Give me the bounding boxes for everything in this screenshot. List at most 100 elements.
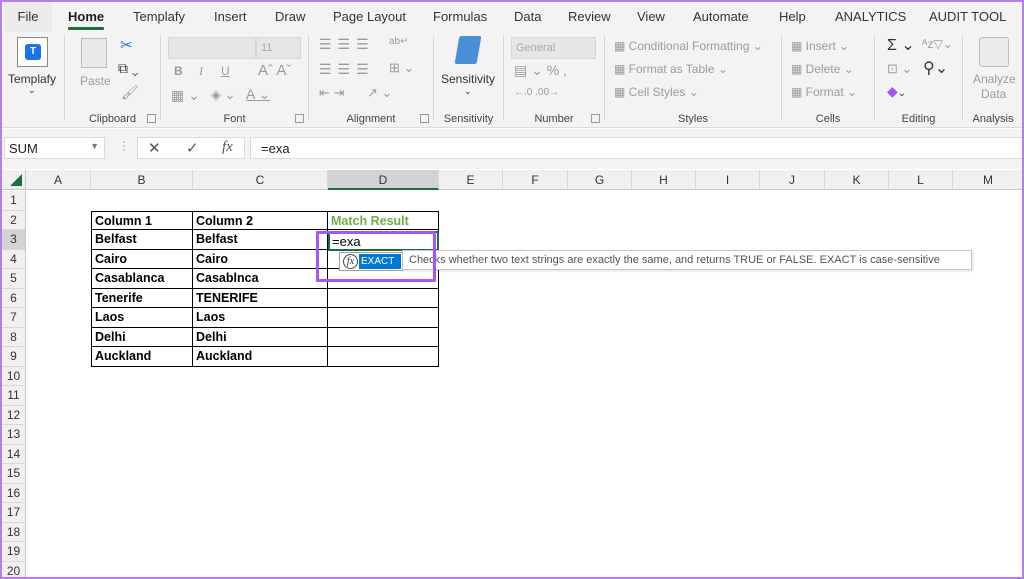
format-as-table-button[interactable]: ▦ Format as Table ⌄ (614, 62, 728, 76)
table-cell[interactable]: Auckland (91, 347, 193, 367)
table-cell[interactable]: Cairo (91, 249, 193, 269)
table-header-cell[interactable]: Column 1 (91, 210, 193, 230)
sensitivity-button[interactable]: Sensitivity (441, 72, 495, 86)
column-header-i[interactable]: I (696, 170, 760, 190)
row-header-4[interactable]: 4 (2, 249, 26, 269)
table-header-cell[interactable]: Match Result (328, 210, 439, 230)
tab-file[interactable]: File (4, 2, 52, 32)
tab-view[interactable]: View (637, 9, 665, 24)
tab-audit-tool[interactable]: AUDIT TOOL (929, 9, 1006, 24)
table-cell[interactable]: Tenerife (91, 288, 193, 308)
cut-icon[interactable]: ✂ (120, 36, 133, 54)
tab-draw[interactable]: Draw (275, 9, 305, 24)
table-header-cell[interactable]: Column 2 (193, 210, 328, 230)
column-header-e[interactable]: E (439, 170, 503, 190)
tab-insert[interactable]: Insert (214, 9, 247, 24)
column-header-h[interactable]: H (632, 170, 696, 190)
cancel-icon[interactable]: ✕ (148, 139, 161, 157)
enter-icon[interactable]: ✓ (186, 139, 199, 157)
table-cell[interactable] (328, 288, 439, 308)
row-header-20[interactable]: 20 (2, 561, 26, 577)
row-header-19[interactable]: 19 (2, 542, 26, 562)
format-painter-icon[interactable]: 🖌 (121, 84, 139, 101)
table-cell[interactable]: Casablanca (91, 269, 193, 289)
table-cell[interactable]: Auckland (193, 347, 328, 367)
italic-button[interactable]: I (199, 64, 203, 79)
autosum-icon[interactable]: Σ ⌄ (887, 35, 915, 55)
indent-icons[interactable]: ⇤ ⇥ (319, 85, 344, 101)
tab-formulas[interactable]: Formulas (433, 9, 487, 24)
table-cell[interactable]: Laos (193, 308, 328, 328)
tab-automate[interactable]: Automate (693, 9, 749, 24)
cell-styles-button[interactable]: ▦ Cell Styles ⌄ (614, 85, 699, 99)
row-header-17[interactable]: 17 (2, 503, 26, 523)
table-cell[interactable] (328, 308, 439, 328)
tab-help[interactable]: Help (779, 9, 806, 24)
row-header-13[interactable]: 13 (2, 425, 26, 445)
table-cell[interactable]: Delhi (193, 327, 328, 347)
decimal-icons[interactable]: ←.0 .00→ (514, 87, 559, 98)
row-header-16[interactable]: 16 (2, 483, 26, 503)
row-header-7[interactable]: 7 (2, 308, 26, 328)
select-all-button[interactable] (2, 170, 26, 190)
table-cell[interactable]: Laos (91, 308, 193, 328)
column-header-c[interactable]: C (193, 170, 328, 190)
column-header-f[interactable]: F (503, 170, 568, 190)
column-header-a[interactable]: A (26, 170, 91, 190)
table-cell[interactable]: Casablnca (193, 269, 328, 289)
name-box[interactable]: SUM ▼ (4, 137, 105, 159)
copy-icon[interactable]: ⧉ ⌄ (118, 60, 139, 77)
font-color-icon[interactable]: A ⌄ (246, 86, 270, 103)
column-header-l[interactable]: L (889, 170, 953, 190)
insert-function-icon[interactable]: fx (222, 139, 233, 156)
clipboard-launcher-icon[interactable] (147, 114, 156, 123)
font-size-select[interactable]: 11 (256, 37, 301, 59)
number-launcher-icon[interactable] (591, 114, 600, 123)
column-header-k[interactable]: K (825, 170, 889, 190)
table-cell[interactable] (328, 347, 439, 367)
row-header-10[interactable]: 10 (2, 366, 26, 386)
table-cell[interactable]: TENERIFE (193, 288, 328, 308)
column-header-m[interactable]: M (953, 170, 1022, 190)
underline-button[interactable]: U (221, 64, 230, 78)
find-select-icon[interactable]: ⚲⌄ (923, 58, 948, 78)
table-cell[interactable]: Belfast (193, 230, 328, 250)
chevron-down-icon[interactable]: ▼ (90, 141, 99, 151)
table-cell[interactable] (328, 327, 439, 347)
row-header-11[interactable]: 11 (2, 386, 26, 406)
row-header-6[interactable]: 6 (2, 288, 26, 308)
insert-cells-button[interactable]: ▦ Insert ⌄ (791, 39, 849, 53)
fill-icon[interactable]: ⊡ ⌄ (887, 61, 912, 77)
formula-input[interactable]: =exa (250, 137, 1022, 159)
row-header-9[interactable]: 9 (2, 347, 26, 367)
row-header-2[interactable]: 2 (2, 210, 26, 230)
row-header-1[interactable]: 1 (2, 191, 26, 211)
column-header-d[interactable]: D (328, 170, 439, 190)
bold-button[interactable]: B (174, 64, 183, 78)
drag-handle-icon[interactable]: ⋮ (118, 139, 130, 153)
table-cell[interactable]: Belfast (91, 230, 193, 250)
alignment-launcher-icon[interactable] (420, 114, 429, 123)
row-header-15[interactable]: 15 (2, 464, 26, 484)
row-header-3[interactable]: 3 (2, 230, 26, 250)
column-header-b[interactable]: B (91, 170, 193, 190)
templafy-button[interactable]: T (17, 37, 48, 67)
row-header-12[interactable]: 12 (2, 405, 26, 425)
grow-font-icon[interactable]: Aˆ Aˇ (258, 62, 291, 79)
tab-templafy[interactable]: Templafy (133, 9, 185, 24)
tab-home[interactable]: Home (68, 9, 105, 30)
row-header-5[interactable]: 5 (2, 269, 26, 289)
fill-color-icon[interactable]: ◈ ⌄ (211, 87, 236, 103)
vertical-align-icons[interactable]: ☰☰☰ (319, 36, 375, 53)
font-launcher-icon[interactable] (295, 114, 304, 123)
tab-analytics[interactable]: ANALYTICS (835, 9, 906, 24)
tab-page-layout[interactable]: Page Layout (333, 9, 406, 24)
table-cell[interactable]: Delhi (91, 327, 193, 347)
sort-filter-icon[interactable]: ᴬz▽⌄ (922, 37, 953, 51)
column-header-g[interactable]: G (568, 170, 632, 190)
accounting-format-icon[interactable]: ▤ ⌄ % , (514, 62, 567, 79)
number-format-select[interactable]: General (511, 37, 596, 59)
paste-button[interactable]: Paste (80, 74, 111, 88)
wrap-text-icon[interactable]: ab↵ (389, 36, 409, 47)
clear-icon[interactable]: ◆⌄ (887, 83, 906, 100)
